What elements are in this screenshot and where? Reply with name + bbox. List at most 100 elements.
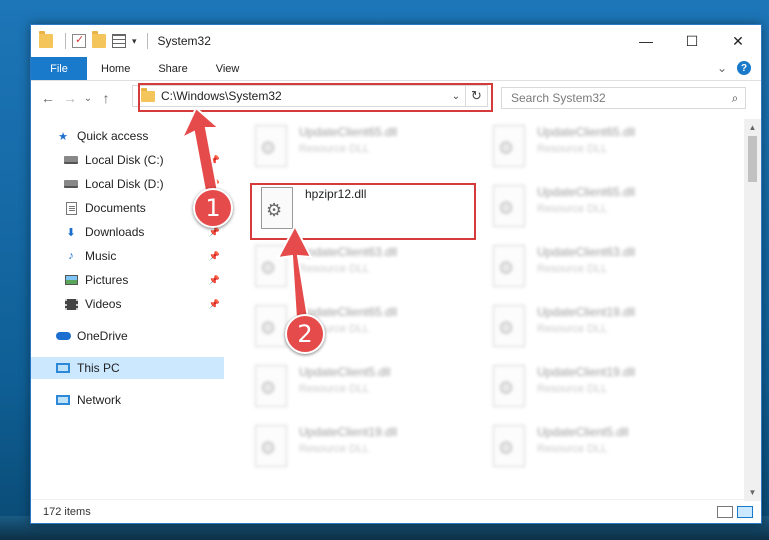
file-description: Resource DLL [537,443,608,455]
file-item[interactable]: ⚙ UpdateClient63.dll Resource DLL [247,241,477,293]
dll-file-icon: ⚙ [255,425,287,467]
file-name: UpdateClient5.dll [537,425,629,439]
sidebar-item-network[interactable]: Network [31,389,224,411]
dll-file-icon: ⚙ [493,185,525,227]
sidebar-item-pictures[interactable]: Pictures 📌 [31,269,224,291]
music-icon: ♪ [68,250,74,262]
tab-share[interactable]: Share [144,57,201,80]
tab-file[interactable]: File [31,57,87,80]
ribbon-right-controls: ⌄ ? [717,61,751,75]
details-view-icon[interactable] [717,505,733,518]
sidebar-item-label: Quick access [77,129,149,143]
file-name: UpdateClient65.dll [537,125,636,139]
sidebar-item-onedrive[interactable]: OneDrive [31,325,224,347]
file-highlight-box [250,183,476,240]
back-button[interactable]: ← [37,90,59,106]
dll-file-icon: ⚙ [493,305,525,347]
new-folder-icon[interactable] [92,31,106,48]
file-name: UpdateClient5.dll [299,365,391,379]
file-list: ⚙ UpdateClient65.dll Resource DLL ⚙ hpzip… [239,119,739,501]
file-item[interactable]: ⚙ UpdateClient5.dll Resource DLL [247,361,477,413]
search-input[interactable]: Search System32 ⌕ [501,87,746,109]
customize-view-icon[interactable] [112,34,126,48]
file-item[interactable]: ⚙ UpdateClient65.dll Resource DLL [247,301,477,353]
file-item[interactable]: ⚙ UpdateClient65.dll Resource DLL [485,181,715,233]
pin-icon[interactable]: 📌 [209,275,220,286]
status-bar: 172 items [31,499,761,523]
close-button[interactable]: ✕ [715,25,761,57]
sidebar-item-music[interactable]: ♪ Music 📌 [31,245,224,267]
sidebar-item-label: Music [85,249,117,263]
search-icon[interactable]: ⌕ [725,91,745,106]
window-title: System32 [157,34,211,48]
properties-icon[interactable]: ✓ [72,34,86,48]
file-description: Resource DLL [537,143,608,155]
file-description: Resource DLL [537,383,608,395]
cloud-icon [55,329,71,343]
qat-dropdown-icon[interactable]: ▾ [132,36,137,47]
pin-icon[interactable]: 📌 [209,155,220,166]
vertical-scrollbar[interactable]: ▲ ▼ [744,119,761,501]
file-name: UpdateClient65.dll [537,185,636,199]
divider [146,33,148,49]
file-description: Resource DLL [299,263,370,275]
sidebar-item-label: Network [77,393,122,407]
sidebar-item-label: Videos [85,297,122,311]
scroll-thumb[interactable] [748,136,757,182]
file-item[interactable]: ⚙ UpdateClient65.dll Resource DLL [485,121,715,173]
recent-locations-button[interactable]: ⌄ [81,93,95,104]
file-description: Resource DLL [299,143,370,155]
downloads-icon: ⬇ [66,226,76,239]
sidebar-item-label: OneDrive [77,329,128,343]
sidebar-item-label: Local Disk (C:) [85,153,164,167]
tiles-view-icon[interactable] [737,505,753,518]
file-name: UpdateClient19.dll [537,365,636,379]
file-description: Resource DLL [537,263,608,275]
step-marker-1: 1 [193,188,233,228]
drive-icon [63,177,79,191]
search-placeholder: Search System32 [511,91,606,105]
sidebar-item-downloads[interactable]: ⬇ Downloads 📌 [31,221,224,243]
file-item[interactable]: ⚙ UpdateClient63.dll Resource DLL [485,241,715,293]
sidebar-item-local-disk-d[interactable]: Local Disk (D:) 📌 [31,173,224,195]
dll-file-icon: ⚙ [493,125,525,167]
sidebar-item-label: Downloads [85,225,145,239]
pictures-icon [63,273,79,287]
file-name: UpdateClient19.dll [537,305,636,319]
pin-icon[interactable]: 📌 [209,251,220,262]
pin-icon[interactable]: 📌 [209,299,220,310]
sidebar-item-videos[interactable]: Videos 📌 [31,293,224,315]
maximize-button[interactable]: ☐ [669,25,715,57]
computer-icon [55,361,71,375]
help-icon[interactable]: ? [737,61,751,75]
dll-file-icon: ⚙ [255,365,287,407]
sidebar-item-label: Documents [85,201,146,215]
file-item[interactable]: ⚙ UpdateClient5.dll Resource DLL [485,421,715,473]
divider [65,33,66,49]
dll-file-icon: ⚙ [255,245,287,287]
tab-view[interactable]: View [202,57,254,80]
forward-button[interactable]: → [59,90,81,106]
sidebar-item-local-disk-c[interactable]: Local Disk (C:) 📌 [31,149,224,171]
scroll-up-icon[interactable]: ▲ [744,119,761,136]
sidebar-item-this-pc[interactable]: This PC [31,357,224,379]
drive-icon [63,153,79,167]
tab-home[interactable]: Home [87,57,144,80]
sidebar-item-label: Pictures [85,273,129,287]
pin-icon[interactable]: 📌 [209,227,220,238]
sidebar-item-quick-access[interactable]: ★ Quick access [31,125,224,147]
folder-icon [39,31,53,48]
explorer-window: ✓ ▾ System32 — ☐ ✕ File Home Share View … [30,24,762,524]
file-item[interactable]: ⚙ UpdateClient65.dll Resource DLL [247,121,477,173]
documents-icon [63,201,79,215]
ribbon-tabs: File Home Share View ⌄ ? [31,57,761,81]
videos-icon [63,297,79,311]
dll-file-icon: ⚙ [255,305,287,347]
file-description: Resource DLL [537,203,608,215]
up-button[interactable]: ↑ [95,90,117,106]
minimize-button[interactable]: — [623,25,669,57]
file-item[interactable]: ⚙ UpdateClient19.dll Resource DLL [485,301,715,353]
expand-ribbon-icon[interactable]: ⌄ [717,61,727,75]
file-item[interactable]: ⚙ UpdateClient19.dll Resource DLL [485,361,715,413]
file-item[interactable]: ⚙ UpdateClient19.dll Resource DLL [247,421,477,473]
